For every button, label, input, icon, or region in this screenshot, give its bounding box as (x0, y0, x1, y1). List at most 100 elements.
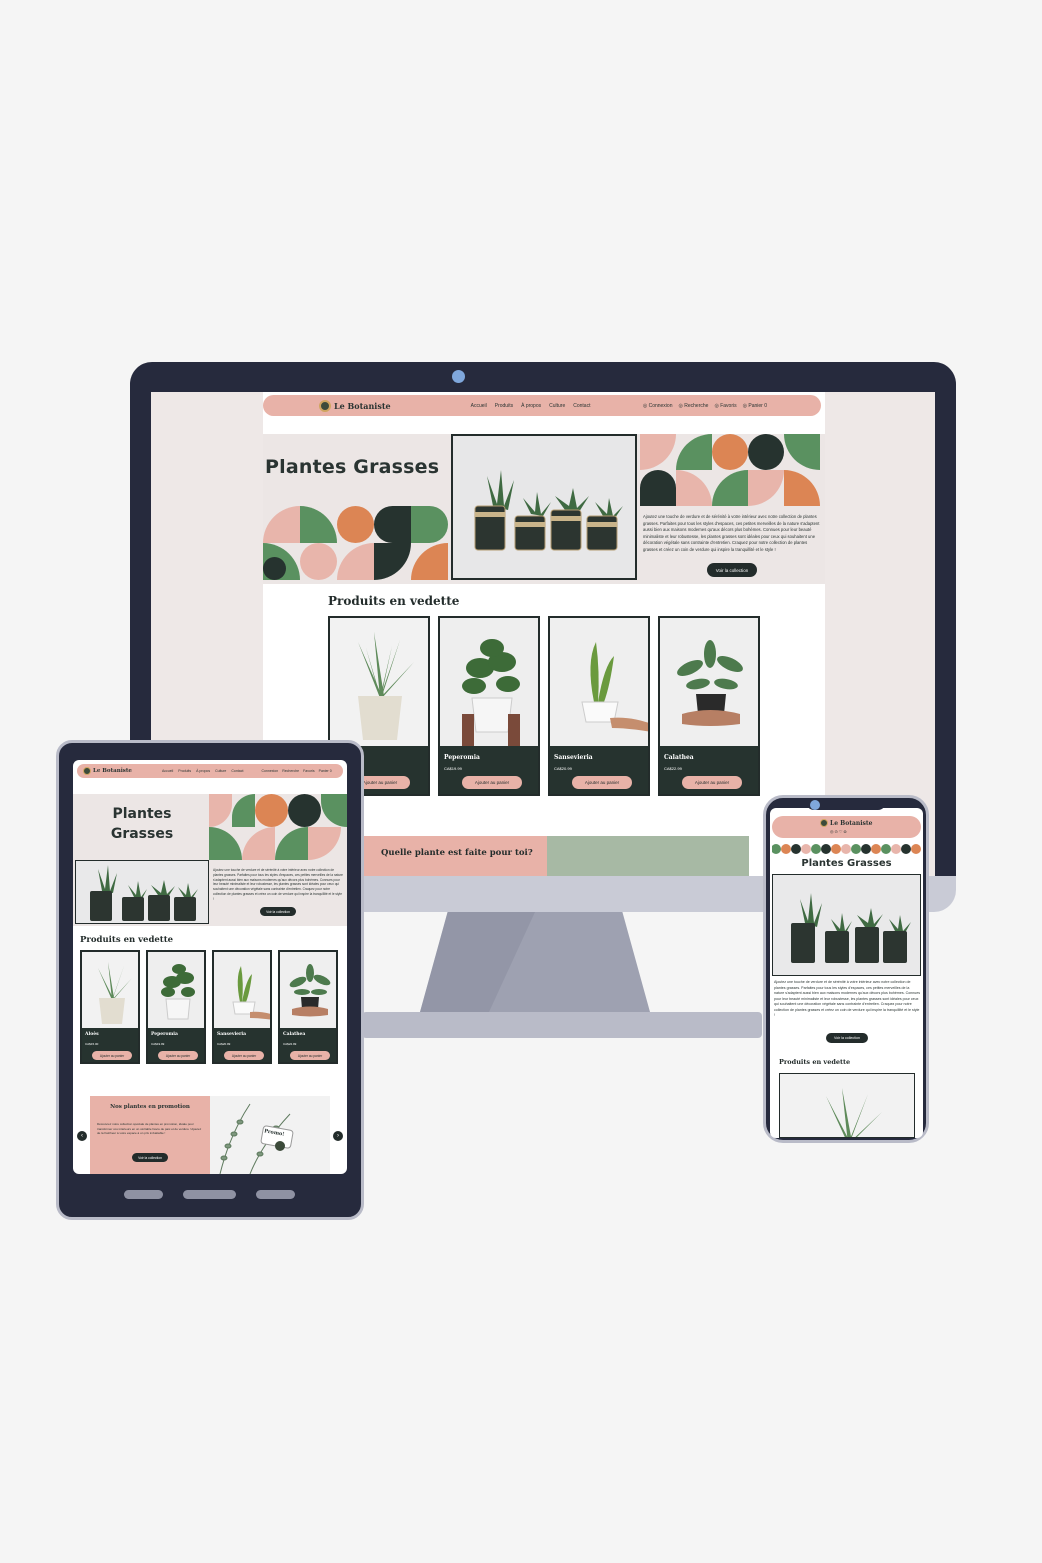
quiz-banner[interactable]: Quelle plante est faite pour toi? (337, 836, 749, 876)
featured-title: Produits en vedette (779, 1058, 851, 1066)
product-price: CA$15.00 (85, 1042, 99, 1046)
tablet-hero-pattern (209, 794, 347, 860)
nav-link-contact[interactable]: Contact (231, 769, 243, 773)
add-to-cart-button[interactable]: Ajouter au panier (462, 776, 522, 789)
view-collection-button[interactable]: Voir la collection (826, 1033, 868, 1043)
view-collection-button[interactable]: Voir la collection (260, 907, 296, 916)
promo-collection-button[interactable]: Voir la collection (132, 1153, 168, 1162)
nav-connexion[interactable]: Connexion (643, 403, 673, 409)
pattern-shape (374, 506, 411, 543)
nav-actions: Connexion Recherche Favoris Panier 0 (643, 403, 767, 409)
nav-link-a-propos[interactable]: À propos (521, 403, 541, 409)
brand-name[interactable]: Le Botaniste (830, 820, 872, 827)
pattern-shape (337, 543, 374, 580)
product-price: CA$19.99 (151, 1042, 165, 1046)
pattern-shape (337, 506, 374, 543)
webcam-icon (452, 370, 465, 383)
phone-nav-icons[interactable]: ◎⊙♡⊜ (830, 829, 848, 834)
add-to-cart-button[interactable]: Ajouter au panier (290, 1051, 330, 1060)
product-name: Calathea (664, 754, 694, 761)
pattern-shape (676, 470, 712, 506)
pattern-shape (712, 470, 748, 506)
pattern-shape (263, 557, 286, 580)
add-to-cart-button[interactable]: Ajouter au panier (224, 1051, 264, 1060)
product-price: CA$22.99 (283, 1042, 297, 1046)
hero-description: Ajoutez une touche de verdure et de séré… (774, 980, 921, 1018)
pattern-shape (784, 470, 820, 506)
product-card[interactable]: Sansevieria CA$20.99 Ajouter au panier (212, 950, 272, 1064)
add-to-cart-button[interactable]: Ajouter au panier (682, 776, 742, 789)
brand-name[interactable]: Le Botaniste (93, 768, 132, 774)
nav-recherche[interactable]: Recherche (678, 403, 708, 409)
product-name: Sansevieria (217, 1032, 247, 1037)
nav-link-produits[interactable]: Produits (495, 403, 513, 409)
hero-title: Plantes Grasses (110, 806, 174, 843)
hero-title: Plantes Grasses (265, 456, 440, 478)
nav-link-a-propos[interactable]: À propos (196, 769, 210, 773)
pattern-shape (784, 434, 820, 470)
tablet-button (124, 1190, 163, 1199)
product-image-sansevieria (550, 618, 648, 746)
desktop-hero: Plantes Grasses Ajoutez une touche de ve… (263, 434, 825, 584)
add-to-cart-button[interactable]: Ajouter au panier (92, 1051, 132, 1060)
nav-favoris[interactable]: Favoris (303, 769, 314, 773)
nav-panier[interactable]: Panier 0 (743, 403, 767, 409)
product-card[interactable]: Calathea CA$22.99 Ajouter au panier (278, 950, 338, 1064)
product-card[interactable]: Aloès CA$15.00 Ajouter au panier (80, 950, 140, 1064)
product-price: CA$22.99 (664, 766, 682, 771)
product-image-aloe (82, 952, 138, 1028)
phone-camera-icon (810, 800, 820, 810)
nav-favoris[interactable]: Favoris (714, 403, 736, 409)
product-price: CA$20.99 (217, 1042, 231, 1046)
logo-icon[interactable] (820, 819, 828, 827)
logo-icon[interactable] (319, 399, 331, 412)
quiz-title: Quelle plante est faite pour toi? (381, 848, 533, 858)
nav-link-culture[interactable]: Culture (549, 403, 565, 409)
promo-description: Découvrez notre collection spéciale de p… (97, 1122, 202, 1135)
product-card[interactable]: Calathea CA$22.99 Ajouter au panier (658, 616, 760, 796)
logo-icon[interactable] (83, 767, 91, 775)
nav-link-contact[interactable]: Contact (573, 403, 590, 409)
nav-link-produits[interactable]: Produits (178, 769, 191, 773)
tablet-button (256, 1190, 295, 1199)
tablet-navbar: Le Botaniste Accueil Produits À propos C… (77, 764, 343, 778)
product-image-peperomia (148, 952, 204, 1028)
pattern-shape (748, 434, 784, 470)
nav-panier[interactable]: Panier 0 (319, 769, 332, 773)
pattern-shape (300, 506, 337, 543)
product-image-calathea (280, 952, 336, 1028)
product-image-calathea (660, 618, 758, 746)
nav-connexion[interactable]: Connexion (261, 769, 278, 773)
pattern-shape (411, 543, 448, 580)
pattern-shape (411, 506, 448, 543)
hero-photo-succulents (772, 874, 921, 976)
carousel-next-icon[interactable]: › (333, 1131, 343, 1141)
monitor-stand-base (362, 1012, 762, 1038)
product-card[interactable]: Sansevieria CA$20.99 Ajouter au panier (548, 616, 650, 796)
hero-photo-succulents (75, 860, 209, 924)
product-card[interactable]: Peperomia CA$19.99 Ajouter au panier (438, 616, 540, 796)
nav-recherche[interactable]: Recherche (282, 769, 299, 773)
view-collection-button[interactable]: Voir la collection (707, 563, 757, 577)
brand-name[interactable]: Le Botaniste (334, 401, 391, 411)
product-name: Aloès (85, 1032, 99, 1037)
carousel-prev-icon[interactable]: ‹ (77, 1131, 87, 1141)
pattern-shape (374, 543, 411, 580)
pattern-shape (712, 434, 748, 470)
product-image-aloe[interactable] (779, 1073, 915, 1138)
hero-description: Ajoutez une touche de verdure et de séré… (643, 514, 820, 552)
pattern-shape (300, 543, 337, 580)
pattern-shape (640, 470, 676, 506)
add-to-cart-button[interactable]: Ajouter au panier (158, 1051, 198, 1060)
nav-link-accueil[interactable]: Accueil (162, 769, 173, 773)
pattern-shape (676, 434, 712, 470)
product-card[interactable]: Peperomia CA$19.99 Ajouter au panier (146, 950, 206, 1064)
phone-screen: Le Botaniste ◎⊙♡⊜ Plantes Grasses Ajoute… (770, 808, 923, 1138)
product-image-sansevieria (214, 952, 270, 1028)
pattern-shape (640, 434, 676, 470)
product-name: Peperomia (151, 1032, 178, 1037)
nav-link-accueil[interactable]: Accueil (471, 403, 487, 409)
hero-photo-succulents (451, 434, 637, 580)
nav-link-culture[interactable]: Culture (215, 769, 226, 773)
add-to-cart-button[interactable]: Ajouter au panier (572, 776, 632, 789)
